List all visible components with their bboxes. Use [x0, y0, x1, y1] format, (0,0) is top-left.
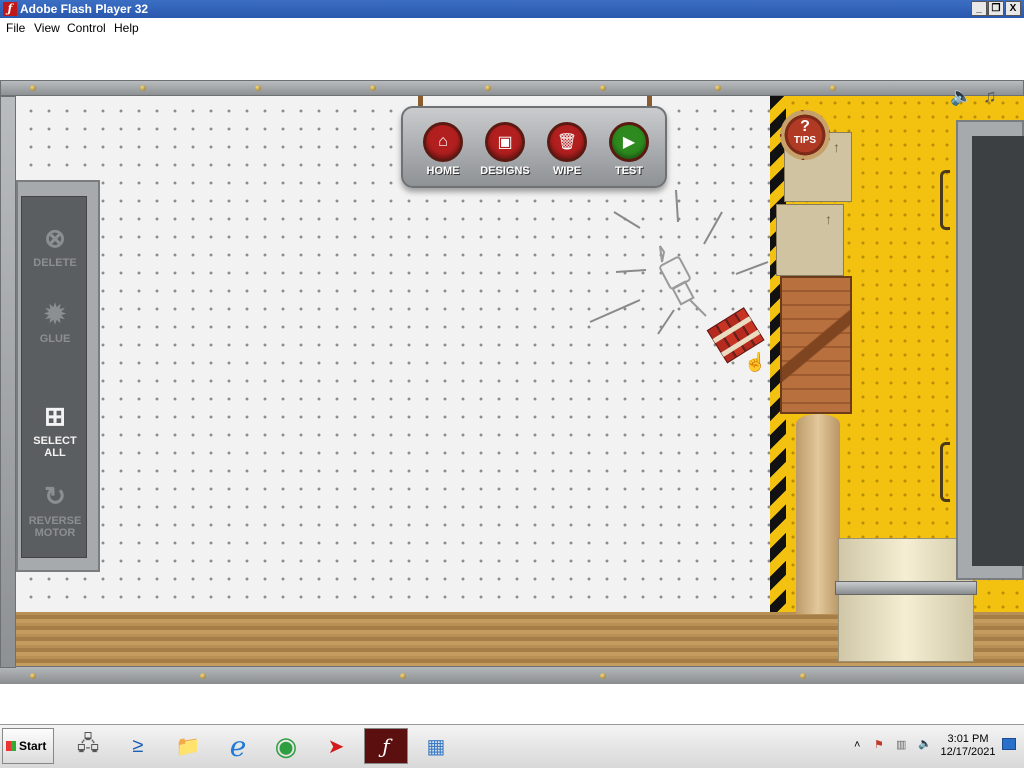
chrome-icon[interactable]: ◉ — [264, 728, 308, 764]
select-all-icon: ⊞ — [44, 401, 66, 431]
server-manager-icon[interactable]: 🖧 — [66, 728, 110, 764]
home-button[interactable]: ⌂ HOME — [413, 122, 473, 177]
rivet — [140, 85, 146, 91]
rivet — [830, 85, 836, 91]
clock-time: 3:01 PM — [947, 733, 989, 745]
system-tray: ˄ ⚑ ▥ 🔈 3:01 PM 12/17/2021 — [852, 728, 1020, 764]
glue-tool-button[interactable]: ✹ GLUE — [22, 297, 88, 345]
delete-icon: ⊗ — [44, 223, 66, 253]
file-explorer-icon[interactable]: 📁 — [166, 728, 210, 764]
play-icon: ▶ — [609, 122, 649, 162]
question-icon: ? — [800, 118, 810, 135]
wooden-crate[interactable] — [780, 276, 852, 414]
reverse-motor-tool-button[interactable]: ↻ REVERSE MOTOR — [22, 479, 88, 539]
tray-chevron-icon[interactable]: ˄ — [854, 739, 860, 751]
taskbar: Start 🖧 ≥ 📁 ℯ ◉ ➤ ƒ ▦ ˄ ⚑ ▥ 🔈 3:01 PM 12… — [0, 724, 1024, 768]
home-icon: ⌂ — [423, 122, 463, 162]
rivet — [600, 673, 606, 679]
game-canvas[interactable]: 🔈 ♫ ⊗ DELETE ✹ GLUE ⊞ SELECT ALL ↻ REVER… — [0, 80, 1024, 684]
menu-control[interactable]: Control — [67, 21, 106, 35]
rivet — [200, 673, 206, 679]
volume-icon[interactable]: 🔈 — [918, 737, 932, 750]
bottom-rail — [0, 666, 1024, 684]
wipe-label: WIPE — [552, 165, 582, 177]
control-panel-icon[interactable]: ▦ — [414, 728, 458, 764]
menu-file[interactable]: File — [6, 21, 25, 35]
rivet — [30, 673, 36, 679]
reverse-motor-label: REVERSE MOTOR — [28, 515, 82, 539]
title-bar[interactable]: ƒ Adobe Flash Player 32 _ ❐ X — [0, 0, 1024, 18]
flash-app-icon: ƒ — [3, 2, 17, 16]
action-center-icon[interactable]: ⚑ — [874, 738, 884, 751]
home-label: HOME — [426, 165, 460, 177]
rivet — [485, 85, 491, 91]
rivet — [400, 673, 406, 679]
show-desktop-icon[interactable] — [1002, 738, 1016, 750]
select-all-label: SELECT ALL — [33, 435, 77, 459]
right-parts-panel — [956, 120, 1024, 580]
internet-explorer-icon[interactable]: ℯ — [216, 728, 260, 764]
top-rail — [0, 80, 1024, 96]
rivet — [255, 85, 261, 91]
panel-handle — [940, 442, 950, 502]
rivet — [715, 85, 721, 91]
glue-icon: ✹ — [44, 299, 66, 329]
menu-bar: File View Control Help — [0, 18, 1024, 38]
start-label: Start — [19, 739, 47, 753]
music-icon[interactable]: ♫ — [983, 86, 997, 107]
select-all-tool-button[interactable]: ⊞ SELECT ALL — [22, 399, 88, 459]
right-parts-panel-inner — [972, 136, 1024, 566]
glue-label: GLUE — [39, 333, 71, 345]
window-title: Adobe Flash Player 32 — [20, 2, 149, 16]
sand-pillar — [796, 414, 840, 614]
barrel-band — [835, 581, 977, 595]
panel-handle — [940, 170, 950, 230]
save-icon: ▣ — [485, 122, 525, 162]
acrobat-icon[interactable]: ➤ — [314, 728, 358, 764]
left-rail — [0, 96, 16, 668]
delete-label: DELETE — [33, 257, 77, 269]
tips-button[interactable]: ? TIPS — [780, 110, 830, 160]
trash-icon: 🗑 — [547, 122, 587, 162]
sound-icon[interactable]: 🔈 — [950, 86, 972, 107]
start-button[interactable]: Start — [2, 728, 54, 764]
designs-label: DESIGNS — [480, 165, 530, 177]
hand-cursor-icon: ☝ — [744, 352, 767, 372]
rivet — [370, 85, 376, 91]
maximize-button[interactable]: ❐ — [988, 1, 1004, 16]
windows-logo-icon — [6, 741, 16, 751]
minimize-button[interactable]: _ — [971, 1, 987, 16]
designs-button[interactable]: ▣ DESIGNS — [475, 122, 535, 177]
flash-player-icon[interactable]: ƒ — [364, 728, 408, 764]
menu-view[interactable]: View — [34, 21, 60, 35]
rivet — [30, 85, 36, 91]
reverse-motor-icon: ↻ — [44, 481, 66, 511]
wipe-button[interactable]: 🗑 WIPE — [537, 122, 597, 177]
menu-help[interactable]: Help — [114, 21, 139, 35]
nav-sign: ⌂ HOME ▣ DESIGNS 🗑 WIPE ▶ TEST — [401, 106, 667, 188]
powershell-icon[interactable]: ≥ — [116, 728, 160, 764]
clock-date: 12/17/2021 — [940, 746, 996, 758]
test-button[interactable]: ▶ TEST — [599, 122, 659, 177]
screen: ƒ Adobe Flash Player 32 _ ❐ X File View … — [0, 0, 1024, 768]
tips-label: TIPS — [793, 135, 817, 146]
close-button[interactable]: X — [1005, 1, 1021, 16]
clock[interactable]: 3:01 PM 12/17/2021 — [940, 733, 996, 759]
tool-panel-inner: ⊗ DELETE ✹ GLUE ⊞ SELECT ALL ↻ REVERSE M… — [21, 196, 87, 558]
cardboard-box[interactable]: ↑ — [776, 204, 844, 276]
rivet — [800, 673, 806, 679]
test-label: TEST — [614, 165, 644, 177]
network-icon[interactable]: ▥ — [896, 738, 906, 751]
rivet — [600, 85, 606, 91]
tool-panel: ⊗ DELETE ✹ GLUE ⊞ SELECT ALL ↻ REVERSE M… — [16, 180, 100, 572]
delete-tool-button[interactable]: ⊗ DELETE — [22, 221, 88, 269]
barrel — [835, 538, 977, 662]
